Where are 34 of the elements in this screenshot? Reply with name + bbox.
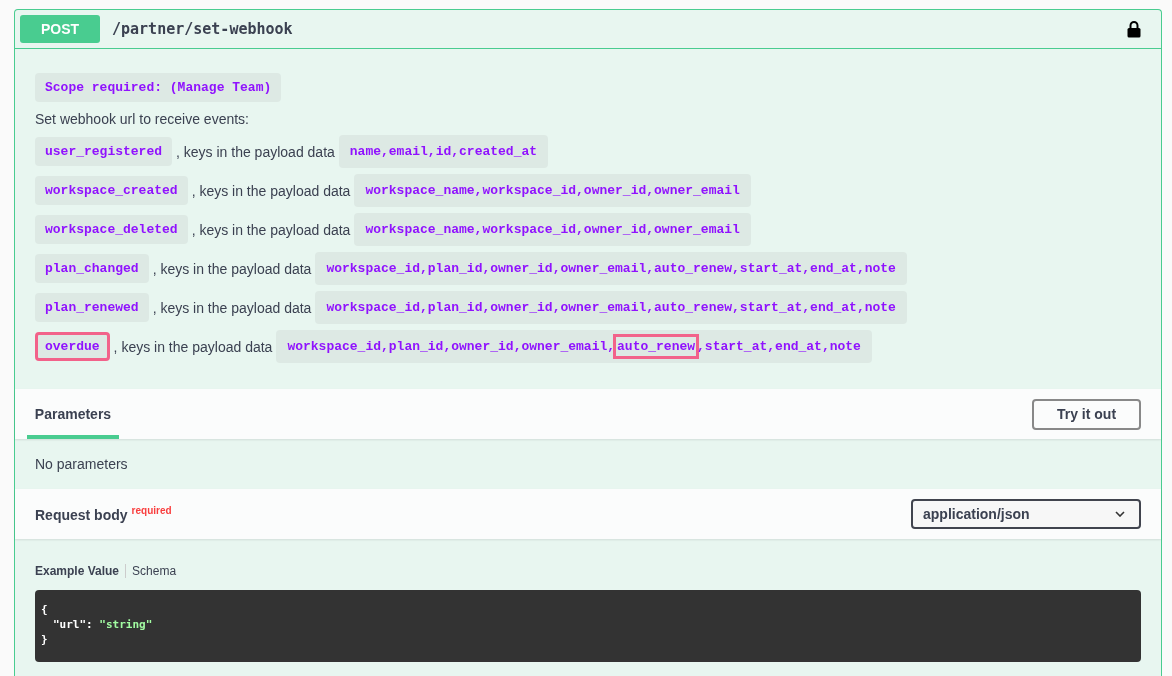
example-tab[interactable]: Schema [132,564,177,578]
description-text: Set webhook url to receive events: [35,111,250,127]
event-text: , keys in the payload data [191,182,351,199]
event-name: user_registered [35,137,173,166]
code-line: { [41,603,48,616]
content-type-select[interactable]: application/json [911,499,1141,529]
payload-keys: workspace_name,workspace_id,owner_id,owner_email [354,174,751,207]
event-name: workspace_deleted [35,215,188,244]
event-name: plan_changed [35,254,149,283]
code-line: } [41,633,48,646]
event-name: overdue [35,332,110,361]
payload-keys: workspace_id,plan_id,owner_id,owner_email,auto_renew,start_at,end_at,note [315,291,907,324]
request-body-title: Request body [35,506,128,523]
scope-code: Scope required: (Manage Team) [35,73,282,102]
parameters-tab[interactable]: Parameters [27,389,119,439]
try-it-out-button[interactable]: Try it out [1032,398,1141,430]
method-badge: POST [20,15,100,43]
event-text: , keys in the payload data [113,338,273,355]
event-text: , keys in the payload data [191,221,351,238]
payload-keys: workspace_name,workspace_id,owner_id,owner_email [354,213,751,246]
event-text: , keys in the payload data [176,143,335,160]
payload-keys: workspace_id,plan_id,owner_id,owner_email,auto_renew,start_at,end_at,note [315,252,907,285]
endpoint-path[interactable]: /partner/set-webhook [112,20,1127,38]
event-text: , keys in the payload data [152,260,312,277]
event-text: , keys in the payload data [152,299,312,316]
event-name: plan_renewed [35,293,149,322]
chevron-down-icon [1115,511,1125,517]
payload-keys: name,email,id,created_at [338,135,549,168]
required-label: required [131,505,172,517]
no-parameters-text: No parameters [35,456,128,472]
code-line: "url": "string" [52,618,153,631]
event-name: workspace_created [35,176,188,205]
lock-icon[interactable] [1127,20,1141,38]
example-tab[interactable]: Example Value [35,564,120,578]
